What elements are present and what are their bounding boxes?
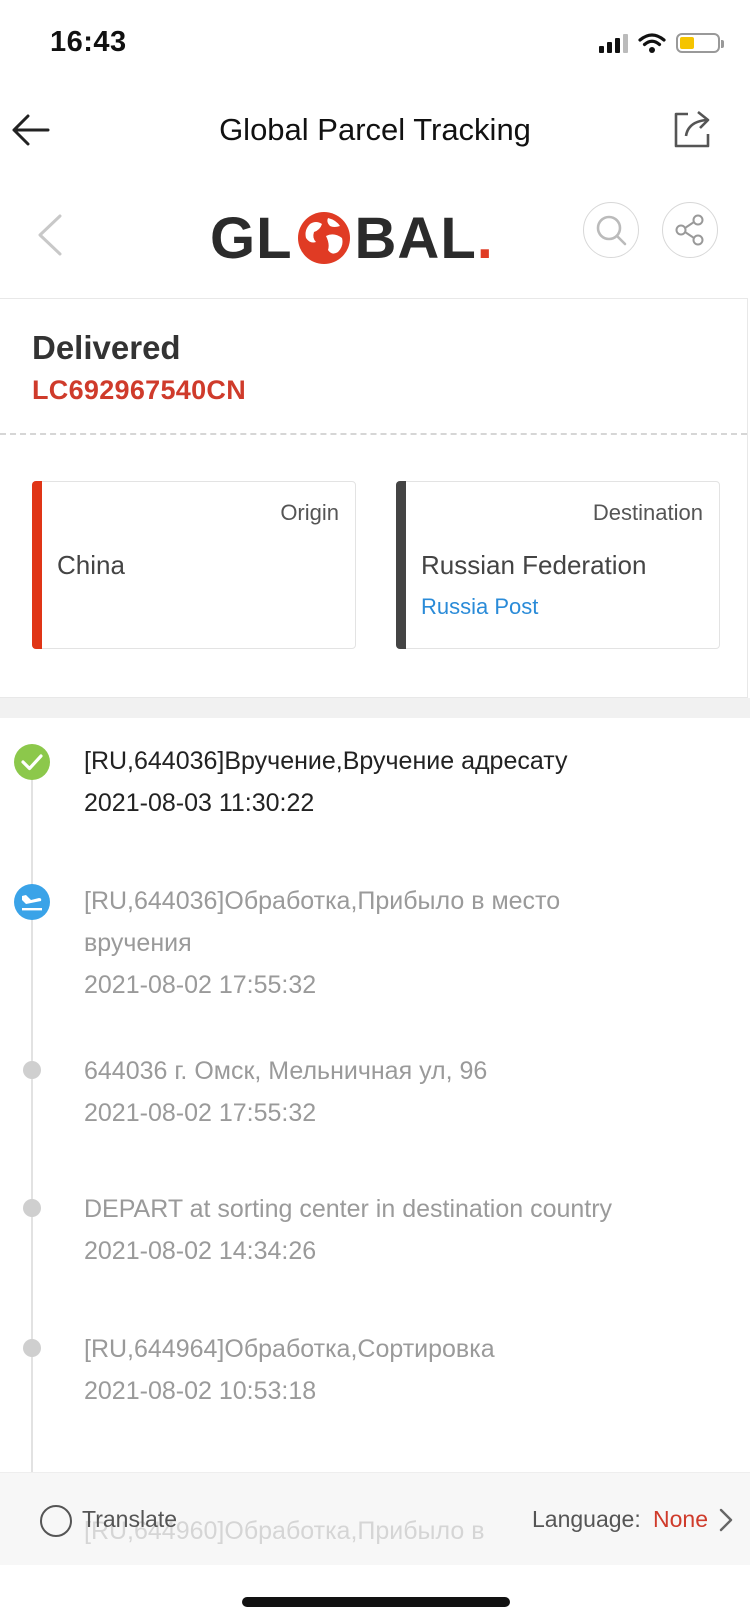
status-icons	[599, 32, 724, 54]
battery-icon	[676, 33, 724, 53]
event-datetime: 2021-08-03 11:30:22	[84, 789, 315, 817]
logo-text-suffix: BAL	[354, 205, 477, 271]
delivery-status: Delivered	[32, 329, 181, 366]
timeline-line	[31, 778, 33, 1472]
event-datetime: 2021-08-02 14:34:26	[84, 1237, 317, 1265]
event-description-line2: вручения	[84, 929, 192, 957]
event-description: 644036 г. Омск, Мельничная ул, 96	[84, 1057, 488, 1085]
event-description: DEPART at sorting center in destination …	[84, 1195, 613, 1223]
wifi-icon	[638, 33, 666, 53]
destination-box: Destination Russian Federation Russia Po…	[396, 481, 720, 649]
translate-bar: [RU,644960]Обработка,Прибыло в Translate…	[0, 1472, 750, 1565]
global-logo: GL BAL .	[210, 206, 494, 271]
dot-icon	[23, 1339, 41, 1357]
logo-text-prefix: GL	[210, 205, 293, 271]
event-description: [RU,644964]Обработка,Сортировка	[84, 1335, 495, 1363]
page-title: Global Parcel Tracking	[219, 112, 531, 147]
globe-icon	[297, 212, 350, 264]
event-description: [RU,644036]Вручение,Вручение адресату	[84, 747, 568, 775]
share-out-icon[interactable]	[670, 106, 714, 150]
destination-carrier-link[interactable]: Russia Post	[421, 594, 538, 620]
translate-radio[interactable]	[40, 1505, 72, 1537]
check-circle-icon	[14, 744, 50, 780]
section-divider	[0, 698, 750, 718]
event-description: [RU,644036]Обработка,Прибыло в место	[84, 887, 561, 915]
logo-dot: .	[476, 205, 494, 271]
plane-landing-icon	[14, 884, 50, 920]
event-datetime: 2021-08-02 10:53:18	[84, 1377, 317, 1405]
origin-label: Origin	[280, 500, 339, 525]
status-bar: 16:43	[0, 0, 750, 90]
search-icon	[596, 215, 627, 246]
translate-label[interactable]: Translate	[82, 1506, 177, 1533]
nav-bar: Global Parcel Tracking	[0, 92, 750, 172]
tracking-number[interactable]: LC692967540CN	[32, 375, 246, 406]
origin-country: China	[57, 550, 125, 580]
origin-color-bar	[32, 481, 42, 649]
event-datetime: 2021-08-02 17:55:32	[84, 1099, 317, 1127]
status-time: 16:43	[50, 26, 127, 58]
language-value[interactable]: None	[653, 1506, 708, 1533]
destination-country: Russian Federation	[421, 550, 647, 580]
dashed-divider	[0, 433, 747, 435]
signal-icon	[599, 33, 628, 53]
language-label[interactable]: Language:	[532, 1506, 641, 1533]
dot-icon	[23, 1199, 41, 1217]
chevron-right-icon[interactable]	[718, 1507, 734, 1533]
destination-label: Destination	[592, 500, 703, 525]
search-button[interactable]	[583, 202, 639, 258]
tracking-timeline: [RU,644036]Вручение,Вручение адресату 20…	[0, 718, 750, 1472]
brand-row: GL BAL .	[0, 190, 750, 290]
destination-color-bar	[396, 481, 406, 649]
share-nodes-icon	[675, 214, 704, 246]
chevron-left-icon[interactable]	[32, 212, 68, 258]
dot-icon	[23, 1061, 41, 1079]
origin-box: Origin China	[32, 481, 356, 649]
home-indicator[interactable]	[242, 1597, 510, 1607]
event-datetime: 2021-08-02 17:55:32	[84, 971, 317, 999]
shipment-card: Delivered LC692967540CN Origin China Des…	[0, 298, 748, 698]
share-button[interactable]	[662, 202, 718, 258]
